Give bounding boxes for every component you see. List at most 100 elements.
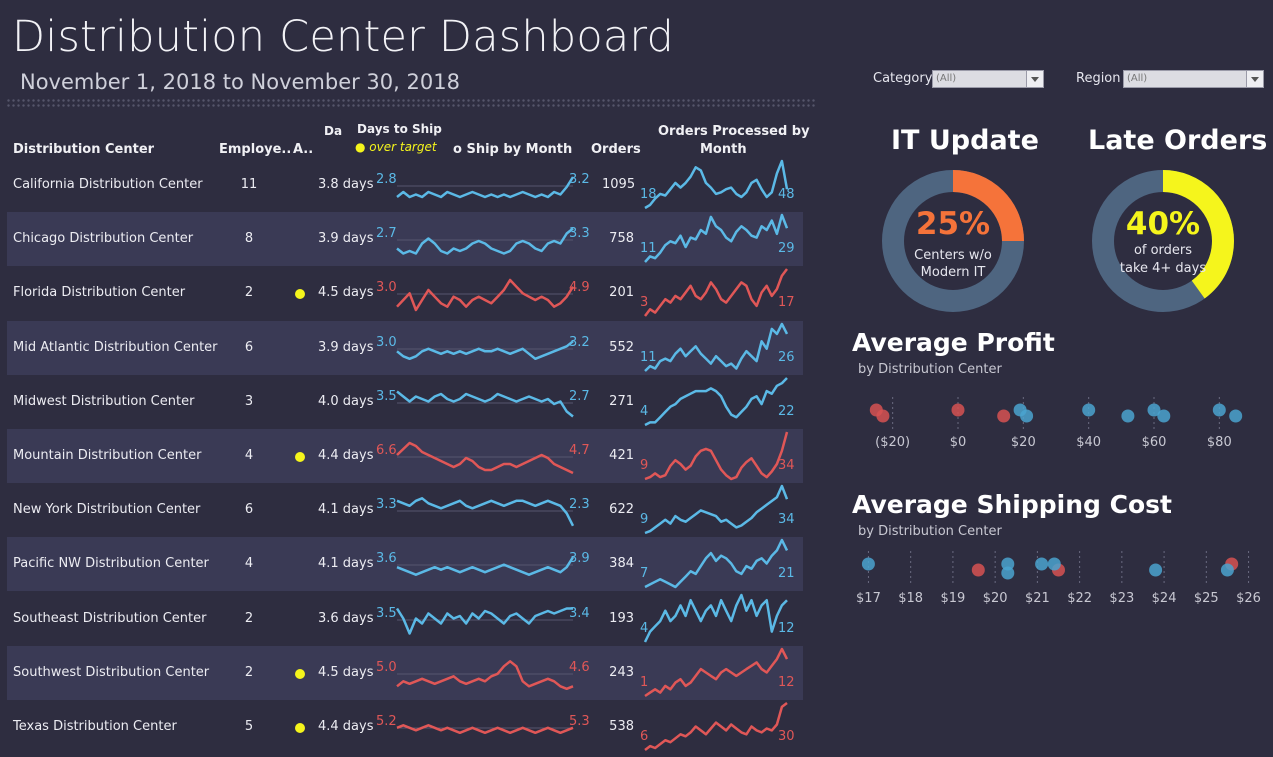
orders-line[interactable] bbox=[644, 159, 789, 210]
chevron-down-icon[interactable] bbox=[1026, 71, 1043, 87]
table-row[interactable]: Southwest Distribution Center 2 4.5 days 5.… bbox=[7, 645, 803, 700]
days-to-ship-sparkline[interactable] bbox=[375, 592, 575, 646]
table-row[interactable]: Texas Distribution Center 5 4.4 days 5.2 5.3… bbox=[7, 700, 803, 754]
orders-start-label: 1 bbox=[640, 674, 649, 690]
days-to-ship-line[interactable] bbox=[396, 441, 574, 475]
days-to-ship-line[interactable] bbox=[396, 497, 575, 527]
days-to-ship-sparkline[interactable] bbox=[375, 375, 575, 429]
data-point[interactable] bbox=[861, 557, 875, 571]
ship-end-label: 4.6 bbox=[569, 659, 590, 675]
date-range: November 1, 2018 to November 30, 2018 bbox=[20, 70, 460, 94]
data-point[interactable] bbox=[1035, 557, 1049, 571]
days-to-ship-line[interactable] bbox=[396, 390, 574, 418]
chevron-down-icon[interactable] bbox=[1246, 71, 1263, 87]
orders-line[interactable] bbox=[644, 322, 789, 372]
data-point[interactable] bbox=[1001, 566, 1015, 580]
days-to-ship-line[interactable] bbox=[396, 339, 574, 360]
it-update-title: IT Update bbox=[891, 125, 1039, 156]
orders-sparkline[interactable] bbox=[643, 483, 793, 537]
days-to-ship-line[interactable] bbox=[395, 606, 573, 635]
col-header-employees[interactable]: Employe.. bbox=[219, 142, 291, 157]
table-row[interactable]: Southeast Distribution Center 2 3.6 days 3.… bbox=[7, 592, 803, 646]
data-point[interactable] bbox=[876, 409, 890, 423]
col-header-days-cut[interactable]: Da bbox=[324, 124, 342, 138]
tick-label: ($20) bbox=[875, 435, 910, 450]
days-to-ship-sparkline[interactable] bbox=[375, 212, 575, 266]
days-to-ship-sparkline[interactable] bbox=[375, 483, 575, 537]
avg-profit-chart[interactable]: ($20) $0 $20 $40 $60 $80 bbox=[850, 385, 1260, 455]
data-point[interactable] bbox=[971, 563, 985, 577]
orders-sparkline[interactable] bbox=[643, 266, 793, 320]
orders-line[interactable] bbox=[644, 268, 788, 318]
avg-ship-cost-chart[interactable]: $17 $18 $19 $20 $21 $22 $23 $24 $25 $26 bbox=[850, 545, 1265, 615]
orders-sparkline[interactable] bbox=[643, 429, 793, 483]
days-to-ship-sparkline[interactable] bbox=[375, 321, 575, 375]
table-row[interactable]: Mountain Distribution Center 4 4.4 days 6.6… bbox=[7, 429, 803, 483]
data-point[interactable] bbox=[1047, 557, 1061, 571]
orders-sparkline[interactable] bbox=[643, 375, 793, 429]
orders-start-label: 4 bbox=[640, 403, 649, 419]
table-row[interactable]: Pacific NW Distribution Center 4 4.1 days 3… bbox=[7, 537, 803, 592]
table-row[interactable]: California Distribution Center 11 3.8 days… bbox=[7, 158, 803, 212]
col-header-orders-by-month[interactable]: Orders Processed by bbox=[658, 124, 810, 139]
avg-profit-subtitle: by Distribution Center bbox=[858, 362, 1002, 377]
data-point[interactable] bbox=[1220, 563, 1234, 577]
center-name: Mid Atlantic Distribution Center bbox=[13, 339, 218, 355]
table-row[interactable]: Mid Atlantic Distribution Center 6 3.9 day… bbox=[7, 320, 803, 375]
col-header-orders-by-month-line2[interactable]: Month bbox=[700, 142, 747, 157]
data-point[interactable] bbox=[1157, 409, 1171, 423]
orders-sparkline[interactable] bbox=[643, 321, 793, 375]
orders-line[interactable] bbox=[644, 702, 788, 751]
days-to-ship-sparkline[interactable] bbox=[375, 266, 575, 320]
ship-end-label: 3.9 bbox=[569, 551, 590, 567]
orders-sparkline[interactable] bbox=[643, 158, 793, 212]
category-filter-select[interactable]: (All) bbox=[932, 70, 1044, 88]
table-row[interactable]: Midwest Distribution Center 3 4.0 days 3.5 2… bbox=[7, 375, 803, 429]
data-point[interactable] bbox=[1121, 409, 1135, 423]
data-point[interactable] bbox=[1020, 409, 1034, 423]
days-to-ship-line[interactable] bbox=[396, 279, 575, 312]
table-row[interactable]: Chicago Distribution Center 8 3.9 days 2.7 3… bbox=[7, 212, 803, 267]
orders-end-label: 12 bbox=[778, 674, 795, 690]
orders-sparkline[interactable] bbox=[643, 212, 793, 266]
over-target-alert-dot bbox=[295, 723, 305, 733]
orders-line[interactable] bbox=[644, 647, 789, 697]
table-row[interactable]: New York Distribution Center 6 4.1 days 3.3… bbox=[7, 483, 803, 537]
days-to-ship-sparkline[interactable] bbox=[375, 158, 575, 212]
orders-line[interactable] bbox=[644, 539, 789, 589]
days-to-ship-line[interactable] bbox=[396, 556, 575, 577]
days-to-ship-sparkline[interactable] bbox=[375, 429, 575, 483]
over-target-alert-dot bbox=[295, 289, 305, 300]
orders-line[interactable] bbox=[644, 376, 788, 426]
days-to-ship-sparkline[interactable] bbox=[375, 700, 575, 754]
orders-sparkline[interactable] bbox=[643, 537, 793, 591]
col-header-center[interactable]: Distribution Center bbox=[13, 142, 154, 157]
days-to-ship-line[interactable] bbox=[396, 227, 574, 255]
col-header-alert[interactable]: A.. bbox=[293, 142, 313, 157]
orders-sparkline[interactable] bbox=[643, 592, 793, 646]
avg-days-to-ship: 4.1 days bbox=[318, 502, 374, 518]
tick-label: $20 bbox=[1011, 435, 1036, 450]
orders-line[interactable] bbox=[644, 431, 789, 481]
days-to-ship-sparkline[interactable] bbox=[375, 537, 575, 591]
orders-line[interactable] bbox=[643, 593, 788, 643]
col-header-orders[interactable]: Orders bbox=[591, 142, 641, 157]
data-point[interactable] bbox=[997, 409, 1011, 423]
days-to-ship-line[interactable] bbox=[396, 724, 574, 735]
data-point[interactable] bbox=[1082, 403, 1096, 417]
days-to-ship-line[interactable] bbox=[396, 176, 575, 199]
data-point[interactable] bbox=[1212, 403, 1226, 417]
avg-profit-title: Average Profit bbox=[852, 328, 1055, 357]
days-to-ship-line[interactable] bbox=[396, 659, 574, 690]
data-point[interactable] bbox=[1229, 409, 1243, 423]
region-filter-select[interactable]: (All) bbox=[1123, 70, 1264, 88]
data-point[interactable] bbox=[1149, 563, 1163, 577]
days-to-ship-sparkline[interactable] bbox=[375, 646, 575, 700]
data-point[interactable] bbox=[951, 403, 965, 417]
col-header-ship-by-month[interactable]: o Ship by Month bbox=[453, 142, 572, 157]
orders-sparkline[interactable] bbox=[643, 646, 793, 700]
table-row[interactable]: Florida Distribution Center 2 4.5 days 3.0 4… bbox=[7, 266, 803, 320]
orders-line[interactable] bbox=[644, 484, 789, 535]
orders-sparkline[interactable] bbox=[643, 700, 793, 754]
orders-line[interactable] bbox=[644, 213, 789, 264]
